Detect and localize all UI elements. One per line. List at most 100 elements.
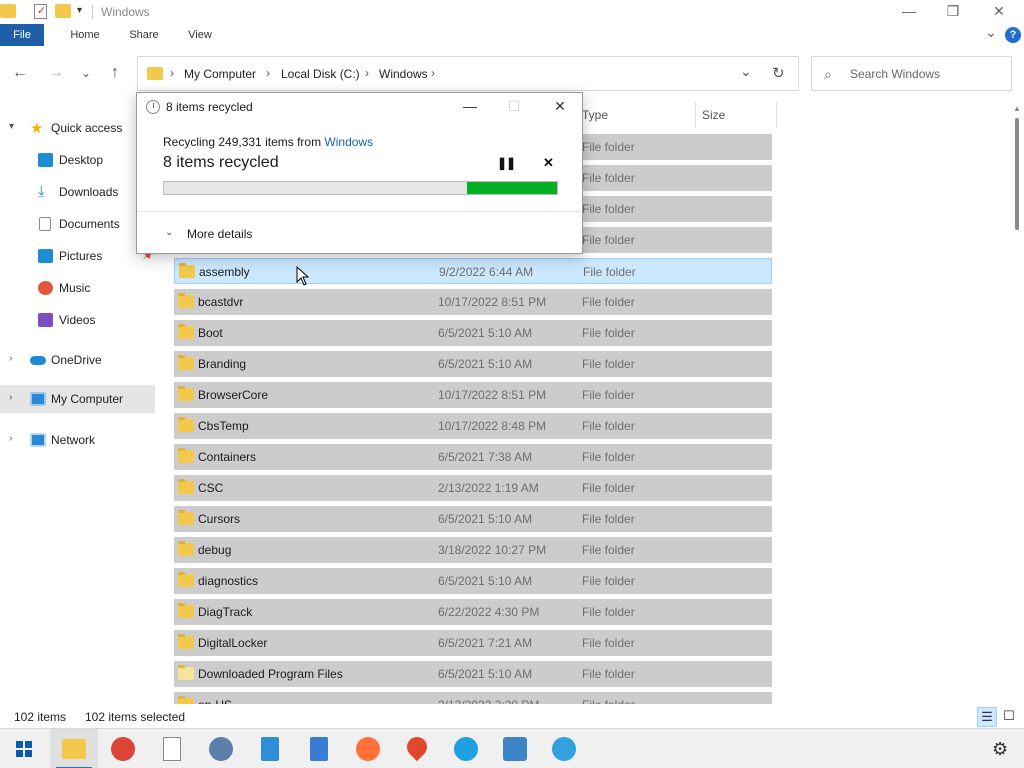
sidebar-item-quick-access[interactable]: ▾ ★ Quick access	[0, 114, 155, 142]
file-row[interactable]: Boot 6/5/2021 5:10 AM File folder	[174, 320, 772, 346]
sidebar-item-videos[interactable]: Videos	[0, 306, 155, 334]
chevron-right-icon[interactable]: ›	[9, 392, 12, 403]
properties-check-icon[interactable]	[34, 4, 47, 19]
minimize-button[interactable]: —	[886, 0, 932, 24]
tab-view[interactable]: View	[180, 24, 220, 46]
column-header-size[interactable]: Size	[702, 108, 725, 130]
firefox-icon	[356, 737, 380, 761]
folder-icon	[178, 634, 194, 649]
taskbar-item[interactable]	[442, 729, 490, 768]
chevron-right-icon[interactable]: ›	[9, 353, 12, 364]
file-row[interactable]: Branding 6/5/2021 5:10 AM File folder	[174, 351, 772, 377]
column-header-type[interactable]: Type	[582, 108, 608, 130]
file-type: File folder	[582, 450, 635, 464]
dialog-close-button[interactable]: ✕	[545, 96, 575, 116]
chevron-down-icon[interactable]: ▾	[9, 121, 14, 132]
address-dropdown-icon[interactable]: ⌄	[740, 63, 752, 80]
file-row[interactable]: Cursors 6/5/2021 5:10 AM File folder	[174, 506, 772, 532]
sidebar-item-my-computer[interactable]: › My Computer	[0, 385, 155, 413]
folder-icon	[178, 510, 194, 525]
dialog-maximize-button: ☐	[507, 98, 521, 114]
close-button[interactable]: ✕	[976, 0, 1022, 24]
new-folder-icon[interactable]	[55, 4, 71, 18]
file-name: diagnostics	[198, 574, 259, 588]
file-row[interactable]: DigitalLocker 6/5/2021 7:21 AM File folder	[174, 630, 772, 656]
file-type: File folder	[582, 512, 635, 526]
help-icon[interactable]: ?	[1005, 27, 1021, 43]
search-input[interactable]	[850, 67, 1000, 81]
taskbar-item[interactable]	[295, 729, 343, 768]
file-row[interactable]: diagnostics 6/5/2021 5:10 AM File folder	[174, 568, 772, 594]
file-row[interactable]: debug 3/18/2022 10:27 PM File folder	[174, 537, 772, 563]
breadcrumb-local-disk[interactable]: Local Disk (C:)	[281, 67, 360, 81]
sidebar-item-onedrive[interactable]: › OneDrive	[0, 346, 155, 374]
up-button[interactable]: ↑	[105, 64, 125, 84]
dialog-minimize-button[interactable]: —	[455, 96, 485, 116]
file-row[interactable]: DiagTrack 6/22/2022 4:30 PM File folder	[174, 599, 772, 625]
taskbar-item[interactable]	[99, 729, 147, 768]
file-date-modified: 2/13/2022 1:19 AM	[438, 481, 539, 495]
file-row[interactable]: Downloaded Program Files 6/5/2021 5:10 AM…	[174, 661, 772, 687]
file-row[interactable]: assembly 9/2/2022 6:44 AM File folder	[174, 258, 772, 284]
maximize-button[interactable]: ❐	[930, 0, 976, 24]
sidebar-item-pictures[interactable]: Pictures 📌	[0, 242, 155, 270]
taskbar-item[interactable]	[393, 729, 441, 768]
taskbar-item[interactable]	[50, 729, 98, 768]
sidebar-item-downloads[interactable]: ⤓ Downloads	[0, 178, 155, 206]
sidebar-item-label: Documents	[59, 217, 120, 231]
file-name: Branding	[198, 357, 247, 371]
sidebar-item-desktop[interactable]: Desktop	[0, 146, 155, 174]
tab-share[interactable]: Share	[122, 24, 166, 46]
cancel-operation-button[interactable]: ✕	[543, 155, 554, 171]
column-divider[interactable]	[695, 102, 696, 128]
start-button[interactable]	[0, 729, 48, 768]
scroll-thumb[interactable]	[1015, 118, 1019, 230]
vertical-scrollbar[interactable]: ▲	[1013, 104, 1021, 704]
tab-home[interactable]: Home	[62, 24, 108, 46]
file-row[interactable]: bcastdvr 10/17/2022 8:51 PM File folder	[174, 289, 772, 315]
sidebar-item-label: Downloads	[59, 185, 119, 199]
taskbar-item[interactable]	[491, 729, 539, 768]
large-icons-view-button[interactable]: ☐	[999, 707, 1019, 727]
scroll-up-icon[interactable]: ▲	[1013, 104, 1021, 113]
taskbar-item[interactable]	[148, 729, 196, 768]
sidebar-item-documents[interactable]: Documents	[0, 210, 155, 238]
forward-button[interactable]: →	[46, 64, 66, 84]
search-icon: ⌕	[824, 66, 832, 82]
file-name: en-US	[198, 698, 232, 704]
folder-icon	[178, 665, 194, 680]
recent-locations-button[interactable]: ⌄	[76, 64, 96, 84]
file-row[interactable]: CbsTemp 10/17/2022 8:48 PM File folder	[174, 413, 772, 439]
taskbar-item[interactable]	[197, 729, 245, 768]
source-folder-link[interactable]: Windows	[324, 135, 373, 149]
file-date-modified: 6/5/2021 5:10 AM	[438, 357, 533, 371]
tab-file[interactable]: File	[0, 24, 44, 46]
file-row[interactable]: en-US 2/13/2022 3:20 PM File folder	[174, 692, 772, 704]
file-row[interactable]: Containers 6/5/2021 7:38 AM File folder	[174, 444, 772, 470]
back-button[interactable]: ←	[10, 64, 30, 84]
chevron-right-icon[interactable]: ›	[9, 433, 12, 444]
expand-ribbon-icon[interactable]: ⌄	[985, 24, 997, 41]
file-row[interactable]: BrowserCore 10/17/2022 8:51 PM File folder	[174, 382, 772, 408]
pause-button[interactable]: ❚❚	[497, 156, 516, 170]
settings-icon[interactable]: ⚙	[992, 739, 1008, 760]
sidebar-item-network[interactable]: › Network	[0, 426, 155, 454]
details-view-button[interactable]: ☰	[977, 707, 997, 727]
customize-dropdown-icon[interactable]: ▾	[77, 5, 82, 16]
document-icon	[39, 217, 51, 231]
title-bar: ▾ Windows — ❐ ✕	[0, 0, 1024, 24]
breadcrumb-my-computer[interactable]: My Computer	[184, 67, 256, 81]
file-name: DiagTrack	[198, 605, 253, 619]
file-row[interactable]: CSC 2/13/2022 1:19 AM File folder	[174, 475, 772, 501]
address-bar[interactable]: › My Computer › Local Disk (C:) › Window…	[137, 56, 799, 91]
taskbar-item[interactable]	[540, 729, 588, 768]
refresh-icon[interactable]: ↻	[772, 64, 785, 82]
remote-desktop-icon	[503, 737, 527, 761]
search-box[interactable]: ⌕	[811, 56, 1012, 91]
file-type: File folder	[582, 481, 635, 495]
column-divider[interactable]	[776, 102, 777, 128]
sidebar-item-music[interactable]: Music	[0, 274, 155, 302]
taskbar-item[interactable]	[344, 729, 392, 768]
taskbar-item[interactable]	[246, 729, 294, 768]
breadcrumb-windows[interactable]: Windows	[379, 67, 428, 81]
